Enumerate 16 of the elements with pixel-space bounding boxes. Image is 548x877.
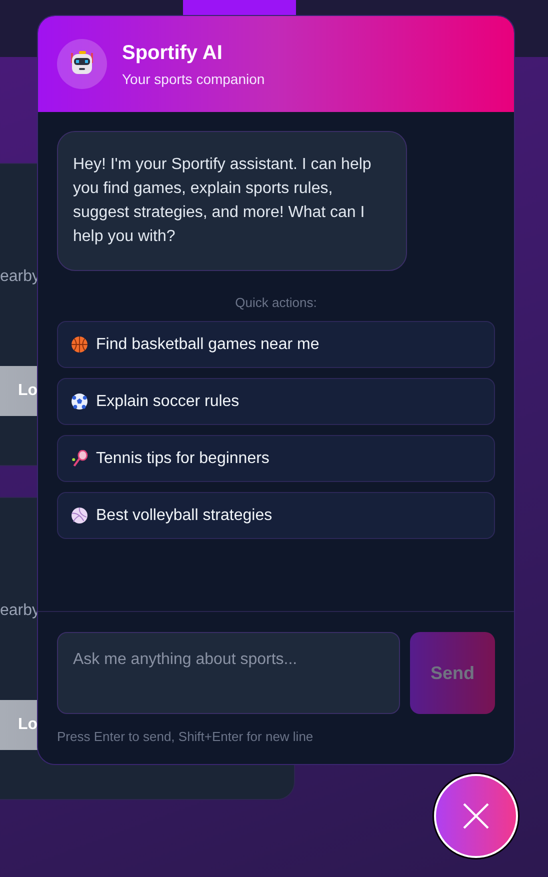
message-input[interactable]: Ask me anything about sports... (57, 632, 400, 714)
assistant-message: Hey! I'm your Sportify assistant. I can help you find games, explain sports rules, suggest strategies, and more! What can I help you with? (57, 131, 407, 271)
quick-action-button[interactable]: Tennis tips for beginners (57, 435, 495, 482)
quick-actions-label: Quick actions: (234, 295, 318, 310)
basketball-icon (71, 336, 88, 353)
quick-action-button[interactable]: Explain soccer rules (57, 378, 495, 425)
quick-action-button[interactable]: Best volleyball strategies (57, 492, 495, 539)
robot-icon (57, 39, 107, 89)
chat-subtitle: Your sports companion (122, 70, 265, 86)
close-icon (461, 801, 491, 831)
chat-title: Sportify AI (122, 42, 224, 64)
tennis-racket-icon (71, 450, 88, 467)
quick-action-button[interactable]: Find basketball games near me (57, 321, 495, 368)
soccer-ball-icon (71, 393, 88, 410)
input-hint: Press Enter to send, Shift+Enter for new line (57, 729, 314, 744)
volleyball-icon (71, 507, 88, 524)
